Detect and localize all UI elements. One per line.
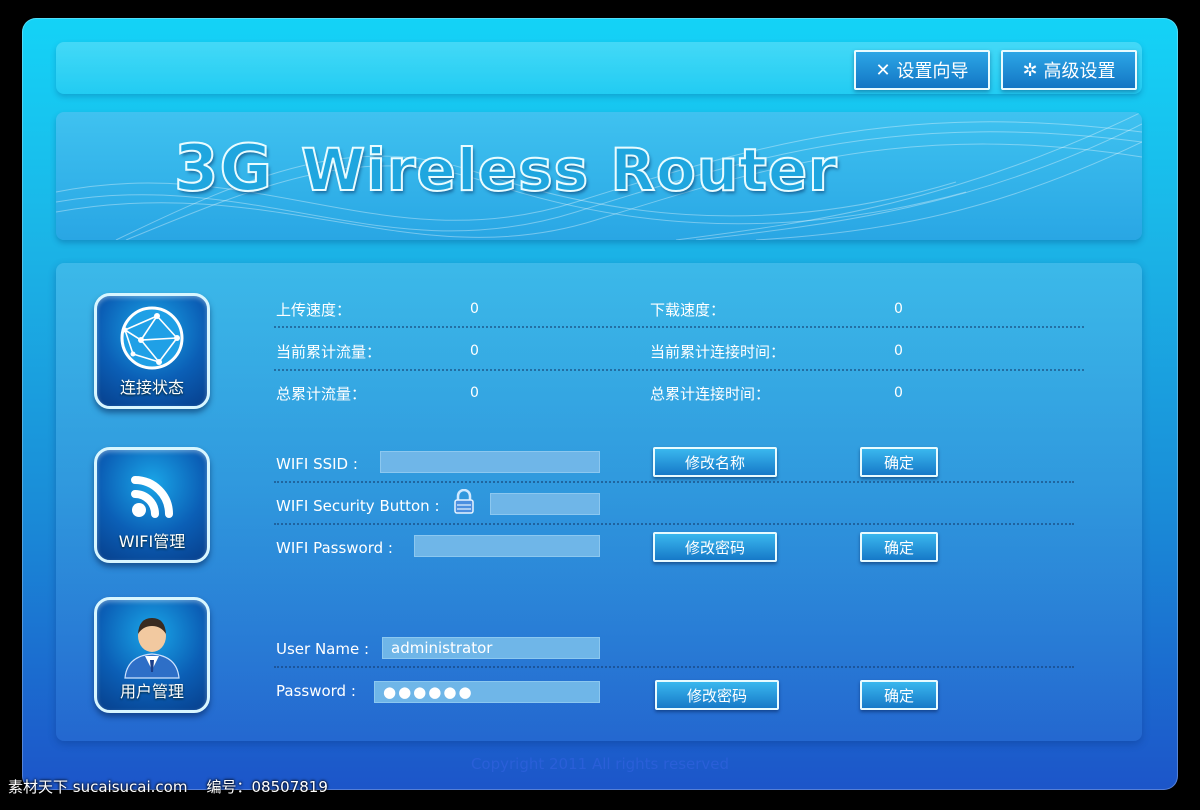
connection-status-tile[interactable]: 连接状态 bbox=[94, 293, 210, 409]
watermark-site: 素材天下 sucaisucai.com bbox=[8, 778, 188, 796]
rename-ssid-button[interactable]: 修改名称 bbox=[653, 447, 777, 477]
brand-3g: 3G bbox=[173, 131, 274, 207]
wifi-ssid-label: WIFI SSID : bbox=[276, 455, 358, 473]
username-label: User Name : bbox=[276, 640, 370, 658]
total-connection-time-label: 总累计连接时间： bbox=[650, 385, 771, 403]
divider bbox=[274, 369, 1084, 371]
watermark: 素材天下 sucaisucai.com 编号：08507819 bbox=[8, 776, 328, 797]
brand-banner: 3G Wireless Router bbox=[56, 112, 1142, 240]
divider bbox=[274, 666, 1074, 668]
watermark-id: 编号：08507819 bbox=[206, 778, 328, 796]
wifi-security-label: WIFI Security Button : bbox=[276, 497, 440, 515]
change-wifi-password-button[interactable]: 修改密码 bbox=[653, 532, 777, 562]
wifi-password-input[interactable] bbox=[414, 535, 600, 557]
user-management-label: 用户管理 bbox=[119, 682, 184, 701]
current-traffic-value: 0 bbox=[470, 343, 479, 359]
gear-icon: ✲ bbox=[1022, 59, 1038, 81]
wifi-password-confirm-button[interactable]: 确定 bbox=[860, 532, 938, 562]
download-speed-label: 下载速度： bbox=[650, 301, 726, 319]
wifi-password-label: WIFI Password : bbox=[276, 539, 393, 557]
setup-wizard-label: 设置向导 bbox=[896, 61, 969, 82]
setup-wizard-button[interactable]: ✕ 设置向导 bbox=[854, 50, 990, 90]
brand-title: 3G Wireless Router bbox=[173, 131, 838, 207]
x-tools-icon: ✕ bbox=[875, 59, 891, 81]
ssid-confirm-button[interactable]: 确定 bbox=[860, 447, 938, 477]
connection-status-label: 连接状态 bbox=[119, 378, 184, 397]
current-connection-time-value: 0 bbox=[894, 343, 903, 359]
divider bbox=[274, 326, 1084, 328]
wifi-ssid-input[interactable] bbox=[380, 451, 600, 473]
user-password-confirm-button[interactable]: 确定 bbox=[860, 680, 938, 710]
wifi-security-input[interactable] bbox=[490, 493, 600, 515]
password-input[interactable] bbox=[374, 681, 600, 703]
divider bbox=[274, 481, 1074, 483]
password-label: Password : bbox=[276, 682, 356, 700]
total-traffic-value: 0 bbox=[470, 385, 479, 401]
router-app-window: ✕ 设置向导 ✲ 高级设置 3G Wireless Router 连接状态 上传… bbox=[22, 18, 1178, 790]
wifi-management-tile[interactable]: WIFI管理 bbox=[94, 447, 210, 563]
current-traffic-label: 当前累计流量： bbox=[276, 343, 382, 361]
download-speed-value: 0 bbox=[894, 301, 903, 317]
change-user-password-button[interactable]: 修改密码 bbox=[655, 680, 779, 710]
upload-speed-value: 0 bbox=[470, 301, 479, 317]
user-management-tile[interactable]: 用户管理 bbox=[94, 597, 210, 713]
main-panel: 连接状态 上传速度： 0 下载速度： 0 当前累计流量： 0 当前累计连接时间：… bbox=[56, 263, 1142, 741]
current-connection-time-label: 当前累计连接时间： bbox=[650, 343, 786, 361]
advanced-settings-label: 高级设置 bbox=[1043, 61, 1116, 82]
wifi-management-label: WIFI管理 bbox=[118, 532, 186, 551]
brand-name: Wireless Router bbox=[300, 135, 838, 205]
total-traffic-label: 总累计流量： bbox=[276, 385, 367, 403]
upload-speed-label: 上传速度： bbox=[276, 301, 352, 319]
lock-icon[interactable] bbox=[452, 489, 476, 515]
username-input[interactable] bbox=[382, 637, 600, 659]
copyright-footer: Copyright 2011 All rights reserved bbox=[470, 755, 730, 773]
advanced-settings-button[interactable]: ✲ 高级设置 bbox=[1001, 50, 1137, 90]
divider bbox=[274, 523, 1074, 525]
total-connection-time-value: 0 bbox=[894, 385, 903, 401]
top-toolbar: ✕ 设置向导 ✲ 高级设置 bbox=[56, 42, 1142, 94]
